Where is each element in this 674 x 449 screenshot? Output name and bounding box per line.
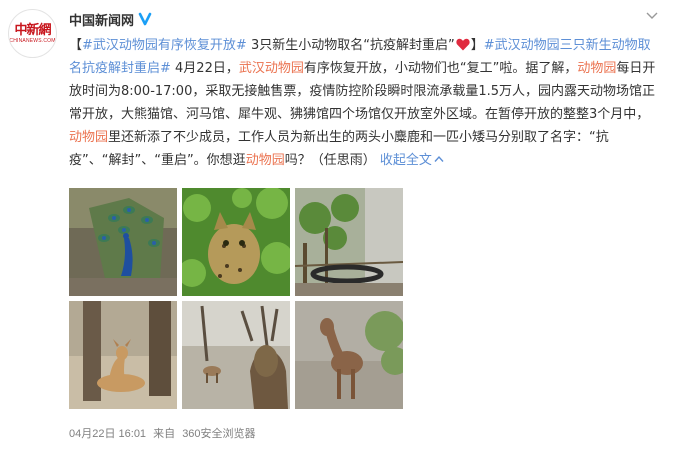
post-segment-1: 4月22日， bbox=[170, 61, 239, 76]
bracket-open: 【 bbox=[69, 38, 83, 53]
post-segment-5: 吗？（任思雨） bbox=[284, 153, 380, 168]
post-footer: 04月22日 16:01 来自 360安全浏览器 bbox=[69, 425, 260, 441]
source-prefix: 来自 bbox=[153, 428, 176, 440]
photo-pony[interactable] bbox=[295, 301, 403, 409]
red-heart-icon bbox=[456, 38, 470, 51]
zoo-link-1[interactable]: 武汉动物园 bbox=[239, 61, 304, 76]
post-header: 中国新闻网 bbox=[69, 10, 152, 29]
post-timestamp[interactable]: 04月22日 16:01 bbox=[69, 428, 146, 440]
account-avatar[interactable]: 中新網 CHINANEWS.COM bbox=[8, 9, 57, 58]
avatar-logo-subtext: CHINANEWS.COM bbox=[9, 37, 56, 44]
collapse-label: 收起全文 bbox=[379, 153, 432, 168]
photo-enclosure[interactable] bbox=[295, 188, 403, 296]
chevron-up-icon bbox=[434, 155, 444, 162]
chevron-down-icon[interactable] bbox=[646, 12, 658, 20]
zoo-link-2[interactable]: 动物园 bbox=[577, 61, 616, 76]
photo-fawn[interactable] bbox=[69, 301, 177, 409]
bracket-close: 】 bbox=[470, 38, 484, 53]
post-headline: 3只新生小动物取名“抗疫解封重启” bbox=[246, 38, 455, 53]
photo-serval-cat[interactable] bbox=[182, 188, 290, 296]
zoo-link-4[interactable]: 动物园 bbox=[246, 153, 285, 168]
topic-link-1[interactable]: #武汉动物园有序恢复开放# bbox=[82, 38, 247, 53]
account-name[interactable]: 中国新闻网 bbox=[69, 10, 134, 29]
collapse-text-link[interactable]: 收起全文 bbox=[380, 153, 444, 168]
photo-deer[interactable] bbox=[182, 301, 290, 409]
post-segment-2: 有序恢复开放，小动物们也“复工”啦。据了解， bbox=[303, 61, 578, 76]
zoo-link-3[interactable]: 动物园 bbox=[69, 130, 108, 145]
verified-icon bbox=[138, 12, 152, 26]
photo-peacock[interactable] bbox=[69, 188, 177, 296]
post-source: 360安全浏览器 bbox=[182, 428, 256, 440]
post-text: 【#武汉动物园有序恢复开放# 3只新生小动物取名“抗疫解封重启” 】#武汉动物园三… bbox=[69, 34, 657, 172]
avatar-logo-text: 中新網 bbox=[14, 22, 51, 38]
